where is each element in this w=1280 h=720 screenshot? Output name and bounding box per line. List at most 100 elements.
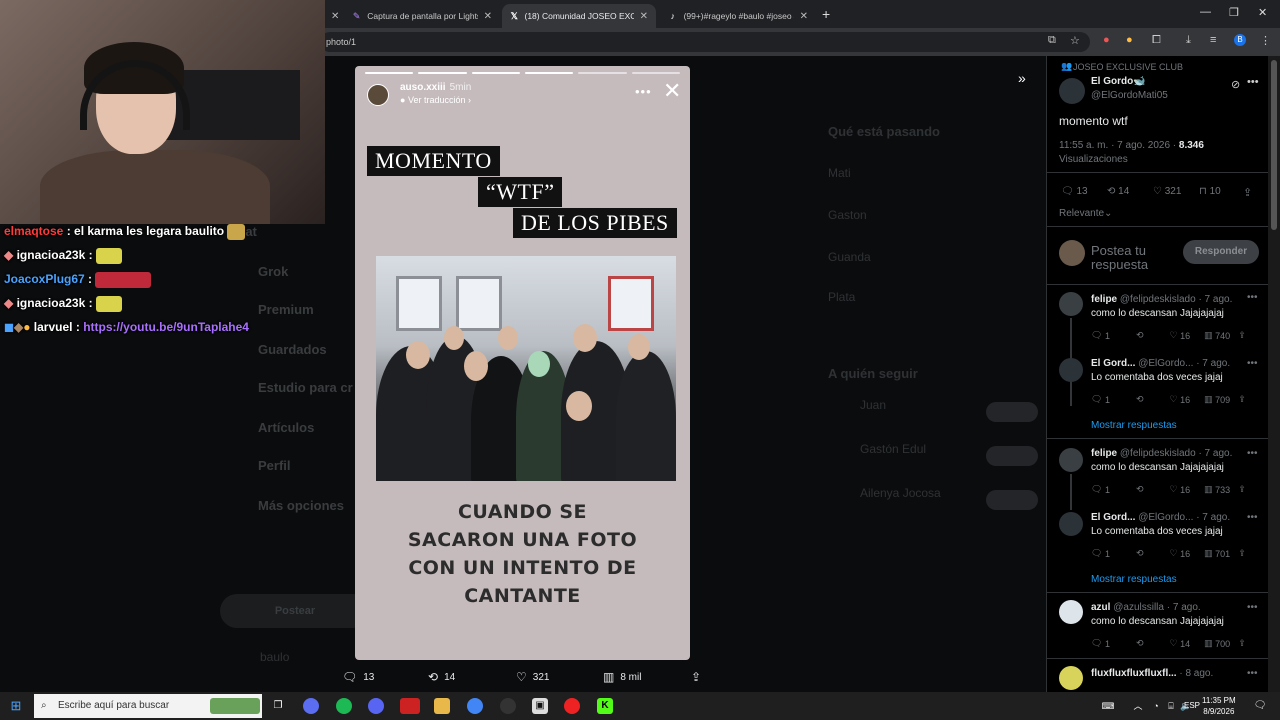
- taskbar-clock[interactable]: 11:35 PM 8/9/2026: [1202, 695, 1236, 717]
- repost-action[interactable]: ⟲ 14: [428, 670, 455, 684]
- opera-icon[interactable]: [564, 698, 580, 714]
- tab-close-icon[interactable]: ✕: [478, 11, 492, 22]
- follow-name[interactable]: Ailenya Jocosa: [860, 486, 941, 500]
- nav-grok[interactable]: Grok: [258, 264, 288, 279]
- account-switcher[interactable]: baulo: [260, 650, 289, 664]
- share-icon[interactable]: ⇪: [1238, 394, 1246, 405]
- trend-item[interactable]: Plata: [828, 290, 855, 304]
- views-chart-icon[interactable]: ▥: [1204, 394, 1213, 405]
- more-icon[interactable]: •••: [1247, 76, 1259, 88]
- views-chart-icon[interactable]: ▥: [1204, 638, 1213, 649]
- download-icon[interactable]: ⤓: [1186, 34, 1191, 47]
- copilot-icon[interactable]: [303, 698, 319, 714]
- repost-icon[interactable]: ⟲: [1136, 484, 1144, 495]
- tab-close-partial[interactable]: ✕: [325, 4, 343, 28]
- reply-icon[interactable]: 🗨: [1091, 484, 1102, 495]
- kick-icon[interactable]: K: [597, 698, 613, 714]
- nav-guardados[interactable]: Guardados: [258, 342, 327, 357]
- spotify-icon[interactable]: [336, 698, 352, 714]
- profile-avatar[interactable]: B: [1234, 34, 1246, 46]
- notification-icon[interactable]: 🗨: [1252, 698, 1268, 714]
- reply-button[interactable]: Responder: [1183, 240, 1259, 264]
- more-icon[interactable]: •••: [1247, 512, 1258, 523]
- follow-button[interactable]: [986, 402, 1038, 422]
- heart-icon[interactable]: ♡: [1170, 638, 1178, 649]
- follow-name[interactable]: Gastón Edul: [860, 442, 926, 456]
- views-chart-icon[interactable]: ▥: [1204, 330, 1213, 341]
- tab-lightshot[interactable]: ✎ Captura de pantalla por Lightsh ✕: [344, 4, 500, 28]
- nav-premium[interactable]: Premium: [258, 302, 314, 317]
- more-icon[interactable]: •••: [1247, 602, 1258, 613]
- avatar[interactable]: [1059, 292, 1083, 316]
- tab-x-community[interactable]: 𝕏 (18) Comunidad JOSEO EXCLUS ✕: [502, 4, 656, 28]
- heart-icon[interactable]: ♡: [1170, 548, 1178, 559]
- reply-action[interactable]: 🗨 13: [342, 670, 374, 684]
- windows-start-icon[interactable]: ⊞: [8, 698, 24, 714]
- trend-item[interactable]: Mati: [828, 166, 851, 180]
- extension-icon[interactable]: ●: [1103, 34, 1110, 46]
- follow-button[interactable]: [986, 446, 1038, 466]
- post-reply-count[interactable]: 🗨 13: [1061, 186, 1088, 197]
- share-icon[interactable]: ⇪: [1238, 330, 1246, 341]
- show-replies-link[interactable]: Mostrar respuestas: [1091, 574, 1177, 585]
- more-icon[interactable]: •••: [1247, 668, 1258, 679]
- bookmark-star-icon[interactable]: ☆: [1070, 34, 1080, 47]
- post-bookmark-count[interactable]: ⊓ 10: [1199, 186, 1221, 197]
- more-icon[interactable]: •••: [1247, 448, 1258, 459]
- share-icon[interactable]: ⇪: [1238, 548, 1246, 559]
- chat-link[interactable]: https://youtu.be/9unTaplahe4: [83, 320, 249, 334]
- tray-chevron-icon[interactable]: ︿: [1130, 698, 1146, 714]
- post-like-count[interactable]: ♡ 321: [1153, 186, 1181, 197]
- heart-icon[interactable]: ♡: [1170, 484, 1178, 495]
- avatar[interactable]: [1059, 600, 1083, 624]
- like-action[interactable]: ♡ 321: [516, 670, 549, 684]
- nav-articles[interactable]: Artículos: [258, 420, 314, 435]
- story-image[interactable]: auso.xxiii 5min ● Ver traducción › ••• MO…: [355, 66, 690, 660]
- avatar[interactable]: [1059, 512, 1083, 536]
- tab-tiktok[interactable]: ♪ (99+)#rageylo #baulo #joseo # ✕: [660, 4, 816, 28]
- trend-item[interactable]: Guanda: [828, 250, 871, 264]
- repost-icon[interactable]: ⟲: [1136, 638, 1144, 649]
- file-explorer-icon[interactable]: [434, 698, 450, 714]
- language-indicator[interactable]: ESP: [1184, 701, 1200, 710]
- restore-button[interactable]: ❐: [1229, 6, 1239, 19]
- url-input[interactable]: photo/1: [320, 32, 1090, 52]
- keyboard-icon[interactable]: ⌨: [1100, 698, 1116, 714]
- follow-name[interactable]: Juan: [860, 398, 886, 412]
- expand-sidebar-icon[interactable]: »: [1018, 70, 1026, 86]
- follow-button[interactable]: [986, 490, 1038, 510]
- reply-icon[interactable]: 🗨: [1091, 394, 1102, 405]
- sort-dropdown[interactable]: Relevante⌄: [1059, 208, 1112, 219]
- extension-icon[interactable]: ●: [1126, 34, 1133, 46]
- views-chart-icon[interactable]: ▥: [1204, 548, 1213, 559]
- share-icon[interactable]: ⇪: [1238, 638, 1246, 649]
- close-viewer-button[interactable]: ✕: [663, 80, 681, 102]
- post-handle[interactable]: @ElGordoMati05: [1091, 90, 1168, 101]
- post-repost-count[interactable]: ⟲ 14: [1107, 186, 1129, 197]
- scrollbar[interactable]: [1268, 56, 1280, 692]
- post-button[interactable]: Postear: [220, 594, 370, 628]
- tray-icons[interactable]: ◔: [1148, 698, 1164, 714]
- repost-icon[interactable]: ⟲: [1136, 548, 1144, 559]
- share-icon[interactable]: ⇪: [1243, 186, 1252, 199]
- tab-close-icon[interactable]: ✕: [634, 11, 648, 22]
- new-tab-button[interactable]: +: [822, 6, 830, 22]
- repost-icon[interactable]: ⟲: [1136, 394, 1144, 405]
- network-icon[interactable]: ⌸: [1163, 698, 1179, 714]
- app-icon[interactable]: [500, 698, 516, 714]
- views-action[interactable]: ▥ 8 mil: [603, 670, 641, 684]
- tab-close-icon[interactable]: ✕: [794, 11, 808, 22]
- more-icon[interactable]: •••: [1247, 358, 1258, 369]
- reply-icon[interactable]: 🗨: [1091, 638, 1102, 649]
- avatar[interactable]: [1059, 666, 1083, 690]
- minimize-button[interactable]: —: [1200, 6, 1211, 18]
- more-icon[interactable]: •••: [1247, 292, 1258, 303]
- grok-icon[interactable]: ⊘: [1231, 78, 1240, 91]
- extensions-puzzle-icon[interactable]: ⧠: [1152, 34, 1161, 47]
- avatar[interactable]: [1059, 78, 1085, 104]
- avatar[interactable]: [1059, 358, 1083, 382]
- heart-icon[interactable]: ♡: [1170, 394, 1178, 405]
- reply-icon[interactable]: 🗨: [1091, 548, 1102, 559]
- show-replies-link[interactable]: Mostrar respuestas: [1091, 420, 1177, 431]
- reply-icon[interactable]: 🗨: [1091, 330, 1102, 341]
